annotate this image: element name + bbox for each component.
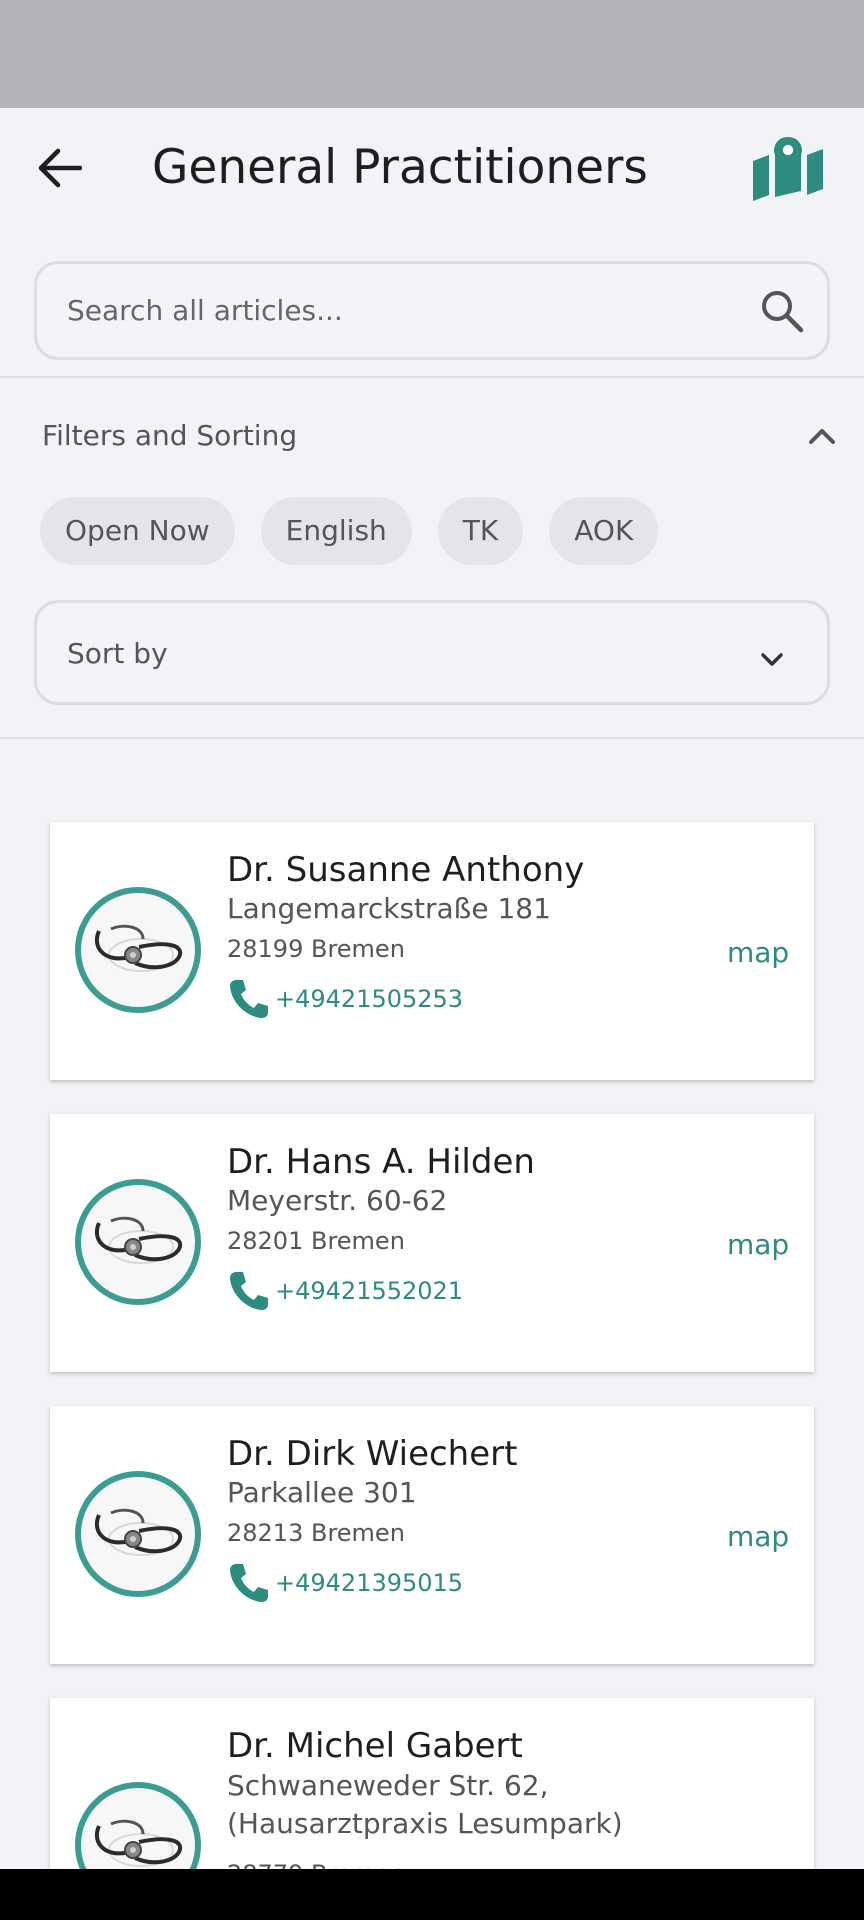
doctor-name: Dr. Michel Gabert xyxy=(227,1726,523,1766)
magnifier-icon[interactable] xyxy=(759,288,805,334)
system-nav-bar xyxy=(0,1869,864,1920)
avatar xyxy=(75,1179,201,1305)
chevron-up-icon xyxy=(809,429,835,444)
folded-map-pin-icon xyxy=(753,137,823,201)
page-title: General Practitioners xyxy=(152,140,648,195)
phone-icon xyxy=(230,980,268,1018)
filter-chips: Open Now English TK AOK xyxy=(40,497,659,565)
filters-heading: Filters and Sorting xyxy=(42,419,298,452)
search-input[interactable] xyxy=(67,264,727,357)
back-button[interactable] xyxy=(30,140,88,196)
phone-link[interactable]: +49421395015 xyxy=(227,1560,463,1606)
phone-number[interactable]: +49421395015 xyxy=(275,1567,463,1599)
phone-link[interactable]: +49421505253 xyxy=(227,976,463,1022)
phone-number[interactable]: +49421552021 xyxy=(275,1275,463,1307)
search-field[interactable] xyxy=(34,261,830,360)
doctor-city: 28201 Bremen xyxy=(227,1227,405,1255)
sort-dropdown[interactable]: Sort by xyxy=(34,600,830,705)
doctor-city: 28199 Bremen xyxy=(227,935,405,963)
chevron-down-icon xyxy=(761,653,783,666)
divider xyxy=(0,737,864,739)
doctor-city: 28213 Bremen xyxy=(227,1519,405,1547)
avatar xyxy=(75,1471,201,1597)
doctor-name: Dr. Dirk Wiechert xyxy=(227,1434,518,1474)
phone-number[interactable]: +49421505253 xyxy=(275,983,463,1015)
stethoscope-icon xyxy=(95,924,183,972)
divider xyxy=(0,376,864,378)
map-link[interactable]: map xyxy=(727,1227,789,1263)
collapse-filters-button[interactable] xyxy=(800,414,844,458)
avatar xyxy=(75,887,201,1013)
phone-link[interactable]: +49421552021 xyxy=(227,1268,463,1314)
map-link[interactable]: map xyxy=(727,1519,789,1555)
doctor-card[interactable]: Dr. Dirk Wiechert Parkallee 301 28213 Br… xyxy=(50,1406,814,1664)
status-bar xyxy=(0,0,864,108)
doctor-street: Langemarckstraße 181 xyxy=(227,892,551,925)
chip-open-now[interactable]: Open Now xyxy=(40,497,235,565)
doctor-card[interactable]: Dr. Hans A. Hilden Meyerstr. 60-62 28201… xyxy=(50,1114,814,1372)
chip-aok[interactable]: AOK xyxy=(549,497,659,565)
phone-icon xyxy=(230,1272,268,1310)
chip-tk[interactable]: TK xyxy=(437,497,524,565)
doctor-street: Schwaneweder Str. 62, (Hausarztpraxis Le… xyxy=(227,1769,623,1840)
doctor-street: Parkallee 301 xyxy=(227,1476,417,1509)
doctor-street: Meyerstr. 60-62 xyxy=(227,1184,448,1217)
app-bar: General Practitioners xyxy=(0,108,864,228)
chip-english[interactable]: English xyxy=(260,497,412,565)
doctor-name: Dr. Susanne Anthony xyxy=(227,850,585,890)
map-link[interactable]: map xyxy=(727,935,789,971)
stethoscope-icon xyxy=(95,1216,183,1264)
stethoscope-icon xyxy=(95,1508,183,1556)
arrow-left-icon xyxy=(38,148,82,188)
phone-icon xyxy=(230,1564,268,1602)
doctor-name: Dr. Hans A. Hilden xyxy=(227,1142,535,1182)
doctor-card[interactable]: Dr. Susanne Anthony Langemarckstraße 181… xyxy=(50,822,814,1080)
sort-placeholder: Sort by xyxy=(67,637,168,670)
map-view-button[interactable] xyxy=(750,132,826,204)
